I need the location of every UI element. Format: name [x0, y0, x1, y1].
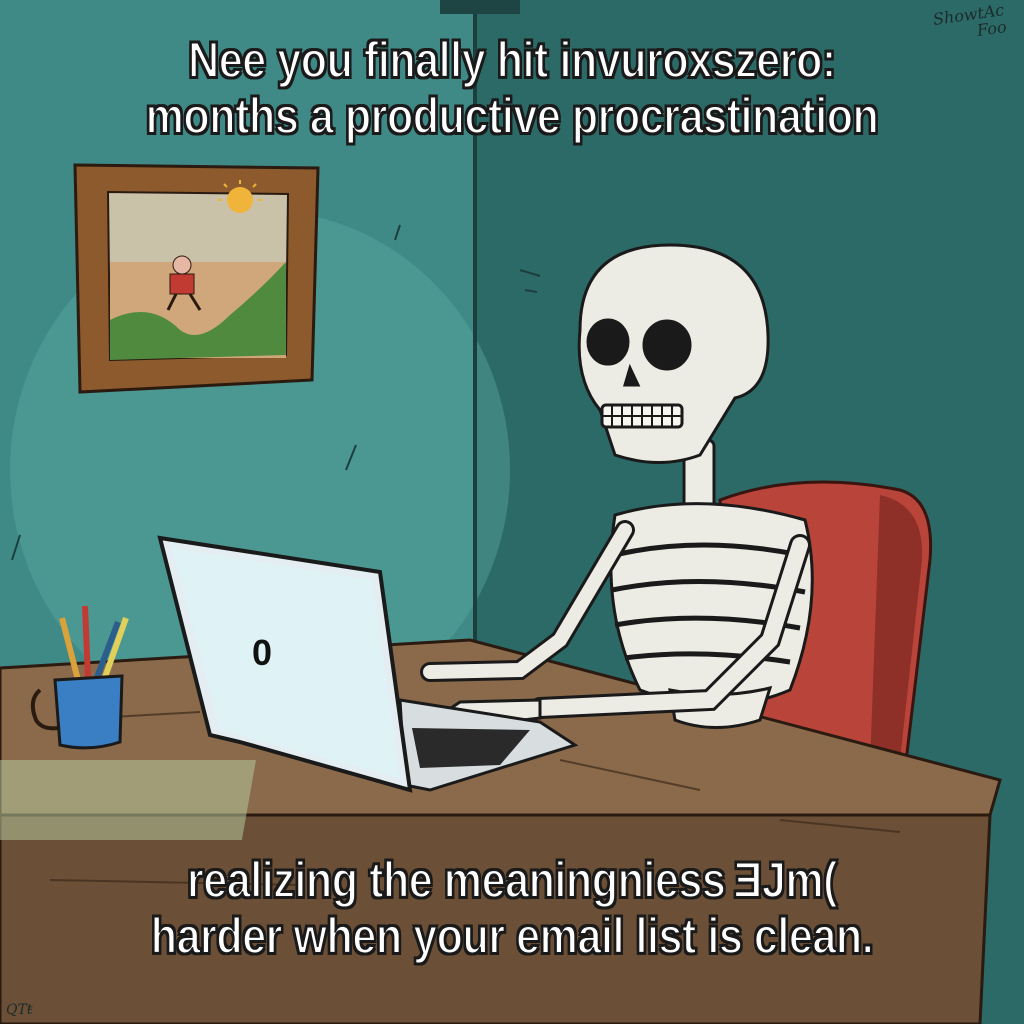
top-caption: Nee you finally hit invuroxszero: months…: [72, 31, 953, 145]
top-caption-line-2: months a productive procrastination: [145, 87, 880, 145]
ceiling-beam: [440, 0, 520, 14]
top-caption-line-1: Nee you finally hit invuroxszero:: [187, 31, 837, 89]
bottom-caption: realizing the meaningniess ƎJm( harder w…: [72, 851, 953, 965]
framed-picture-icon: [73, 163, 320, 394]
bottom-caption-line-1: realizing the meaningniess ƎJm(: [186, 851, 838, 909]
meme-canvas: 0 Nee you finally hit invuroxszero: mont…: [0, 0, 1024, 1024]
bottom-caption-line-2: harder when your email list is clean.: [150, 907, 875, 965]
laptop-screen-count: 0: [252, 632, 273, 673]
corner-mark: QTŧ: [6, 1002, 33, 1018]
